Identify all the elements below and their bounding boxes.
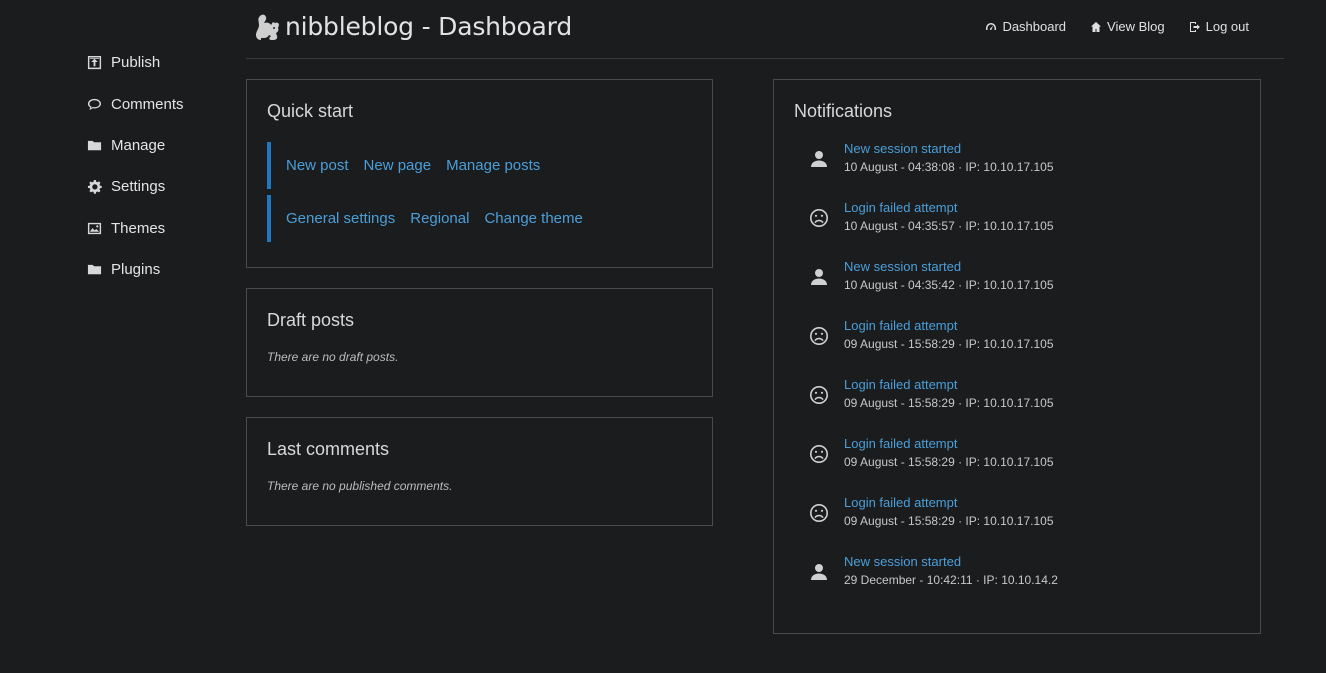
notification-text: Login failed attempt 09 August - 15:58:29… — [844, 317, 1054, 351]
sidebar-item-themes[interactable]: Themes — [86, 208, 236, 249]
new-page-link[interactable]: New page — [364, 157, 432, 174]
brand: nibbleblog - Dashboard — [255, 12, 572, 41]
nav-link-label: Dashboard — [1002, 19, 1067, 34]
notification-text: Login failed attempt 09 August - 15:58:29… — [844, 494, 1054, 528]
manage-posts-link[interactable]: Manage posts — [446, 157, 540, 174]
sad-face-icon — [794, 435, 844, 464]
page-header: nibbleblog - Dashboard Dashboard View Bl… — [246, 0, 1284, 59]
home-icon — [1091, 21, 1102, 32]
sidebar-item-settings[interactable]: Settings — [86, 166, 236, 207]
sidebar-item-publish[interactable]: Publish — [86, 42, 236, 83]
image-icon — [86, 220, 102, 236]
notification-list: New session started 10 August - 04:38:08 … — [794, 140, 1234, 612]
publish-icon — [86, 55, 102, 71]
dashboard-icon — [986, 22, 997, 30]
notifications-panel: Notifications New session started 10 Augu… — [773, 79, 1261, 634]
notification-title[interactable]: Login failed attempt — [844, 436, 1054, 451]
user-icon — [794, 258, 844, 287]
comment-icon — [86, 96, 102, 112]
sidebar-item-plugins[interactable]: Plugins — [86, 249, 236, 290]
folder-icon — [86, 262, 102, 278]
notification-item: Login failed attempt 09 August - 15:58:29… — [794, 376, 1234, 435]
squirrel-logo-icon — [256, 14, 279, 40]
top-nav: Dashboard View Blog Log out — [961, 19, 1249, 34]
sidebar-item-manage[interactable]: Manage — [86, 125, 236, 166]
user-icon — [794, 140, 844, 169]
sad-face-icon — [794, 494, 844, 523]
notification-text: New session started 10 August - 04:38:08 … — [844, 140, 1054, 174]
empty-message: There are no published comments. — [267, 479, 453, 493]
notification-meta: 10 August - 04:35:57 · IP: 10.10.17.105 — [844, 219, 1054, 233]
notification-item: New session started 10 August - 04:38:08 … — [794, 140, 1234, 199]
notification-item: New session started 10 August - 04:35:42 … — [794, 258, 1234, 317]
folder-icon — [86, 137, 102, 153]
sad-face-icon — [794, 376, 844, 405]
sidebar-item-label: Manage — [111, 136, 166, 154]
notification-meta: 09 August - 15:58:29 · IP: 10.10.17.105 — [844, 514, 1054, 528]
notification-meta: 09 August - 15:58:29 · IP: 10.10.17.105 — [844, 337, 1054, 351]
notification-meta: 09 August - 15:58:29 · IP: 10.10.17.105 — [844, 396, 1054, 410]
panel-title: Quick start — [267, 101, 354, 121]
change-theme-link[interactable]: Change theme — [484, 210, 582, 227]
sad-face-icon — [794, 317, 844, 346]
nav-logout-link[interactable]: Log out — [1189, 19, 1249, 34]
sidebar-item-label: Settings — [111, 178, 166, 196]
notification-meta: 09 August - 15:58:29 · IP: 10.10.17.105 — [844, 455, 1054, 469]
notification-item: New session started 29 December - 10:42:1… — [794, 553, 1234, 612]
panel-title: Draft posts — [267, 310, 355, 330]
notification-item: Login failed attempt 09 August - 15:58:29… — [794, 494, 1234, 553]
notification-text: New session started 29 December - 10:42:1… — [844, 553, 1058, 587]
last-comments-panel: Last comments There are no published com… — [246, 417, 713, 526]
draft-posts-panel: Draft posts There are no draft posts. — [246, 288, 713, 397]
notification-item: Login failed attempt 09 August - 15:58:29… — [794, 317, 1234, 376]
notification-title[interactable]: Login failed attempt — [844, 318, 1054, 333]
notification-meta: 10 August - 04:38:08 · IP: 10.10.17.105 — [844, 160, 1054, 174]
notification-title[interactable]: Login failed attempt — [844, 200, 1054, 215]
notification-item: Login failed attempt 09 August - 15:58:29… — [794, 435, 1234, 494]
sidebar: Publish Comments Manage Settings Themes … — [86, 42, 236, 290]
user-icon — [794, 553, 844, 582]
page-title: nibbleblog - Dashboard — [285, 12, 572, 41]
sidebar-item-comments[interactable]: Comments — [86, 83, 236, 124]
quick-start-row: New post New page Manage posts — [267, 142, 555, 189]
gear-icon — [86, 179, 102, 195]
notification-title[interactable]: New session started — [844, 554, 1058, 569]
sad-face-icon — [794, 199, 844, 228]
notification-text: Login failed attempt 10 August - 04:35:57… — [844, 199, 1054, 233]
notification-meta: 10 August - 04:35:42 · IP: 10.10.17.105 — [844, 278, 1054, 292]
sidebar-item-label: Publish — [111, 54, 161, 72]
quick-start-row: General settings Regional Change theme — [267, 195, 598, 242]
notification-title[interactable]: Login failed attempt — [844, 377, 1054, 392]
general-settings-link[interactable]: General settings — [286, 210, 395, 227]
notification-title[interactable]: New session started — [844, 141, 1054, 156]
panel-title: Last comments — [267, 439, 390, 459]
regional-link[interactable]: Regional — [410, 210, 469, 227]
notification-title[interactable]: New session started — [844, 259, 1054, 274]
notification-item: Login failed attempt 10 August - 04:35:57… — [794, 199, 1234, 258]
nav-link-label: View Blog — [1107, 19, 1165, 34]
sidebar-item-label: Themes — [111, 219, 166, 237]
new-post-link[interactable]: New post — [286, 157, 349, 174]
quick-start-panel: Quick start New post New page Manage pos… — [246, 79, 713, 268]
logout-icon — [1189, 21, 1200, 32]
notification-title[interactable]: Login failed attempt — [844, 495, 1054, 510]
sidebar-item-label: Plugins — [111, 261, 161, 279]
notification-text: New session started 10 August - 04:35:42 … — [844, 258, 1054, 292]
panel-title: Notifications — [794, 101, 893, 121]
sidebar-item-label: Comments — [111, 95, 184, 113]
nav-link-label: Log out — [1205, 19, 1249, 34]
notification-text: Login failed attempt 09 August - 15:58:29… — [844, 435, 1054, 469]
nav-dashboard-link[interactable]: Dashboard — [985, 19, 1066, 34]
empty-message: There are no draft posts. — [267, 350, 399, 364]
notification-meta: 29 December - 10:42:11 · IP: 10.10.14.2 — [844, 573, 1058, 587]
nav-view-blog-link[interactable]: View Blog — [1090, 19, 1165, 34]
notification-text: Login failed attempt 09 August - 15:58:29… — [844, 376, 1054, 410]
